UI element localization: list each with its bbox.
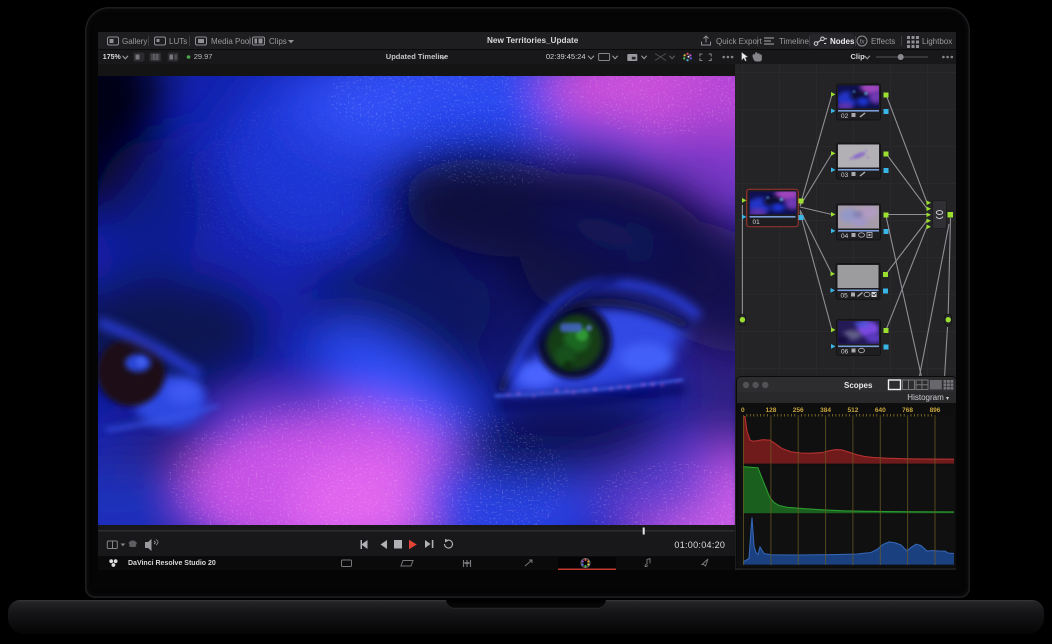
svg-text:128: 128 bbox=[765, 407, 776, 414]
svg-text:06: 06 bbox=[841, 349, 849, 356]
svg-text:896: 896 bbox=[930, 407, 941, 414]
svg-text:512: 512 bbox=[847, 407, 858, 414]
svg-text:05: 05 bbox=[841, 293, 849, 300]
svg-text:02: 02 bbox=[841, 113, 849, 120]
svg-text:256: 256 bbox=[793, 407, 804, 414]
svg-text:640: 640 bbox=[875, 407, 886, 414]
svg-text:0: 0 bbox=[741, 407, 745, 414]
svg-text:04: 04 bbox=[841, 233, 849, 240]
svg-text:01: 01 bbox=[753, 219, 761, 226]
svg-text:384: 384 bbox=[820, 407, 831, 414]
svg-text:03: 03 bbox=[841, 172, 849, 179]
svg-text:fx: fx bbox=[859, 39, 865, 46]
svg-text:768: 768 bbox=[902, 407, 913, 414]
